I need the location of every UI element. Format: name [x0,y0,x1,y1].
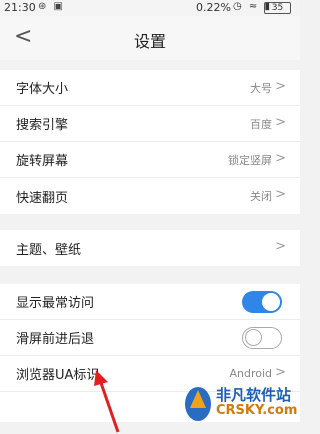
chevron-right-icon: > [275,239,286,254]
setting-label: 浏览器UA标识 [16,368,100,383]
setting-font-size[interactable]: 字体大小 大号 > [0,70,300,106]
setting-rotate-screen[interactable]: 旋转屏幕 锁定竖屏 > [0,142,300,178]
most-visited-toggle[interactable] [242,291,282,313]
setting-label: 搜索引擎 [16,118,69,133]
watermark-subtitle: CRSKY.com [216,403,298,418]
status-bar: 21:30 ⊛ ▣ 0.22% ◷ ≈ ▮ 35 [0,0,300,16]
setting-label: 旋转屏幕 [16,154,69,169]
chevron-right-icon: > [275,151,286,166]
status-time: 21:30 [4,1,36,14]
setting-show-most-visited: 显示最常访问 [0,284,300,320]
notification-icons: ⊛ ▣ [38,1,66,12]
setting-label: 滑屏前进后退 [16,332,95,347]
setting-value: 百度 [250,117,272,131]
setting-value: 大号 [250,81,272,95]
red-arrow-annotation [94,370,120,433]
chevron-right-icon: > [275,79,286,94]
chevron-right-icon: > [275,115,286,130]
toggle-knob [245,329,262,346]
page-title: 设置 [133,32,166,51]
toggle-knob [262,293,280,311]
settings-group-theme: 主题、壁纸 > [0,230,300,266]
setting-value: Android [229,367,272,380]
watermark-title: 非凡软件站 [216,386,292,404]
setting-search-engine[interactable]: 搜索引擎 百度 > [0,106,300,142]
setting-label: 字体大小 [16,82,69,97]
chevron-right-icon: > [275,365,286,380]
site-watermark: 非凡软件站 CRSKY.com [182,380,298,434]
setting-swipe-navigation: 滑屏前进后退 [0,320,300,356]
setting-theme-wallpaper[interactable]: 主题、壁纸 > [0,230,300,266]
battery-icon: 35 [264,2,291,14]
settings-group-general: 字体大小 大号 > 搜索引擎 百度 > 旋转屏幕 锁定竖屏 > 快速翻页 关闭 … [0,70,300,214]
setting-label: 主题、壁纸 [16,242,82,258]
swipe-navigation-toggle[interactable] [242,327,282,349]
watermark-logo-icon [185,387,211,421]
chevron-right-icon: > [275,187,286,202]
setting-value: 锁定竖屏 [228,153,272,167]
setting-value: 关闭 [250,190,272,203]
setting-label: 显示最常访问 [16,296,95,311]
header: < 设置 [0,16,300,60]
network-speed: 0.22% [196,1,231,14]
setting-label: 快速翻页 [16,190,69,206]
setting-quick-page[interactable]: 快速翻页 关闭 > [0,178,300,214]
